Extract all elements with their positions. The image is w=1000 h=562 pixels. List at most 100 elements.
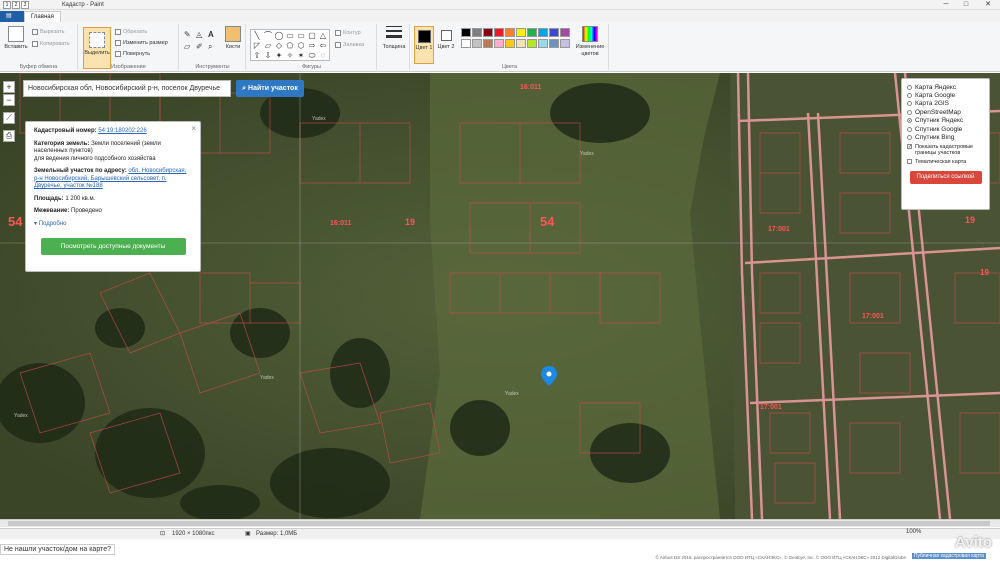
text-tool-icon[interactable]: A: [208, 30, 214, 39]
checkbox-checked-icon[interactable]: ✓: [907, 143, 912, 149]
radio-icon[interactable]: [907, 101, 912, 107]
share-link-button[interactable]: Поделиться ссылкой: [909, 171, 982, 185]
magnifier-icon[interactable]: ⌕: [208, 42, 212, 52]
edit-colors-button[interactable]: Изменение цветов: [573, 26, 607, 58]
cloud-shape[interactable]: ◌: [318, 51, 328, 60]
callout-shape[interactable]: ⬭: [307, 51, 317, 60]
ruler-icon[interactable]: ⟋: [3, 112, 15, 124]
paste-button[interactable]: Вставить: [3, 26, 29, 51]
palette-swatch[interactable]: [527, 28, 537, 37]
maximize-button[interactable]: □: [956, 0, 976, 10]
radio-icon[interactable]: [907, 118, 912, 124]
zoom-in-button[interactable]: +: [3, 81, 15, 93]
palette-swatch[interactable]: [461, 28, 471, 37]
palette-swatch[interactable]: [494, 28, 504, 37]
basemap-option[interactable]: OpenStreetMap: [907, 108, 984, 116]
four-point-star-shape[interactable]: ✦: [274, 51, 284, 60]
address-search-input[interactable]: Новосибирская обл, Новосибирский р-н, по…: [23, 80, 231, 97]
eraser-icon[interactable]: ▱: [184, 42, 190, 51]
copy-button[interactable]: Копировать: [32, 41, 70, 47]
shapes-gallery[interactable]: ╲ ⌒ ◯ ▭ ▭ ▢ △ ◸ ▱ ◇ ⬠ ⬡ ⇨ ⇦ ⇧ ⇩ ✦ ✧ ✶ ⬭ …: [250, 29, 330, 61]
fill-dropdown[interactable]: Заливка: [335, 42, 364, 48]
color2-button[interactable]: Цвет 2: [436, 26, 456, 51]
palette-swatch[interactable]: [472, 28, 482, 37]
radio-icon[interactable]: [907, 135, 912, 141]
palette-swatch[interactable]: [516, 28, 526, 37]
radio-icon[interactable]: [907, 126, 912, 132]
show-borders-option[interactable]: ✓ Показать кадастровые границы участков: [907, 143, 984, 157]
zoom-out-button[interactable]: −: [3, 94, 15, 106]
file-menu-tab[interactable]: ▤: [0, 11, 24, 22]
triangle-shape[interactable]: △: [318, 31, 328, 40]
crop-button[interactable]: Обрезать: [115, 29, 147, 35]
radio-icon[interactable]: [907, 93, 912, 99]
diamond-shape[interactable]: ◇: [274, 41, 284, 50]
checkbox-icon[interactable]: [907, 158, 912, 164]
qa-button-3[interactable]: 3: [21, 0, 29, 9]
up-arrow-shape[interactable]: ⇧: [252, 51, 262, 60]
not-found-link[interactable]: Не нашли участок/дом на карте?: [0, 544, 115, 555]
palette-swatch[interactable]: [472, 39, 482, 48]
palette-swatch[interactable]: [549, 28, 559, 37]
palette-swatch[interactable]: [505, 39, 515, 48]
cut-button[interactable]: Вырезать: [32, 29, 64, 35]
qa-button-1[interactable]: 1: [3, 0, 11, 9]
curve-shape[interactable]: ⌒: [263, 31, 273, 40]
basemap-option[interactable]: Карта 2GIS: [907, 100, 984, 108]
thickness-button[interactable]: Толщина: [381, 26, 407, 51]
left-arrow-shape[interactable]: ⇦: [318, 41, 328, 50]
palette-swatch[interactable]: [560, 28, 570, 37]
brushes-button[interactable]: Кисти: [222, 26, 244, 51]
palette-swatch[interactable]: [560, 39, 570, 48]
palette-swatch[interactable]: [538, 28, 548, 37]
select-button[interactable]: Выделить: [83, 27, 111, 69]
palette-swatch[interactable]: [505, 28, 515, 37]
popup-close-icon[interactable]: ×: [191, 125, 196, 133]
scrollbar-thumb[interactable]: [8, 521, 990, 526]
horizontal-scrollbar[interactable]: [0, 519, 1000, 527]
palette-swatch[interactable]: [494, 39, 504, 48]
print-icon[interactable]: ⎙: [3, 130, 15, 142]
rectangle-shape[interactable]: ▭: [285, 31, 295, 40]
line-shape[interactable]: ╲: [252, 31, 262, 40]
resize-button[interactable]: Изменить размер: [115, 40, 168, 46]
pencil-icon[interactable]: ✎: [184, 30, 191, 39]
minimize-button[interactable]: ─: [936, 0, 956, 10]
qa-button-2[interactable]: 2: [12, 0, 20, 9]
palette-swatch[interactable]: [538, 39, 548, 48]
cadastral-number-link[interactable]: 54:19:180202:226: [98, 128, 146, 134]
right-triangle-shape[interactable]: ◸: [252, 41, 262, 50]
six-point-star-shape[interactable]: ✶: [296, 51, 306, 60]
color1-button[interactable]: Цвет 1: [414, 26, 434, 64]
oval-shape[interactable]: ◯: [274, 31, 284, 40]
basemap-option[interactable]: Карта Google: [907, 91, 984, 99]
fill-bucket-icon[interactable]: ◬: [196, 30, 202, 39]
hexagon-shape[interactable]: ⬡: [296, 41, 306, 50]
find-parcel-button[interactable]: ⌕ Найти участок: [236, 80, 304, 97]
palette-swatch[interactable]: [483, 28, 493, 37]
polygon-shape[interactable]: ▢: [307, 31, 317, 40]
color-picker-icon[interactable]: ✐: [196, 42, 203, 51]
basemap-option[interactable]: Спутник Bing: [907, 133, 984, 141]
basemap-option[interactable]: Спутник Google: [907, 125, 984, 133]
down-arrow-shape[interactable]: ⇩: [263, 51, 273, 60]
basemap-option[interactable]: Спутник Яндекс: [907, 117, 984, 125]
palette-swatch[interactable]: [483, 39, 493, 48]
rotate-button[interactable]: Повернуть: [115, 51, 150, 57]
outline-dropdown[interactable]: Контур: [335, 30, 361, 36]
radio-icon[interactable]: [907, 109, 912, 115]
view-documents-button[interactable]: Посмотреть доступные документы: [40, 238, 186, 255]
right-arrow-shape[interactable]: ⇨: [307, 41, 317, 50]
basemap-option[interactable]: Карта Яндекс: [907, 83, 984, 91]
tab-home[interactable]: Главная: [24, 11, 61, 22]
palette-swatch[interactable]: [461, 39, 471, 48]
palette-swatch[interactable]: [527, 39, 537, 48]
close-button[interactable]: ✕: [976, 0, 1000, 10]
parallelogram-shape[interactable]: ▱: [263, 41, 273, 50]
five-point-star-shape[interactable]: ✧: [285, 51, 295, 60]
details-toggle[interactable]: ▾ Подробно: [34, 221, 192, 229]
thematic-option[interactable]: Тематическая карта: [907, 158, 984, 166]
rounded-rectangle-shape[interactable]: ▭: [296, 31, 306, 40]
palette-swatch[interactable]: [549, 39, 559, 48]
pentagon-shape[interactable]: ⬠: [285, 41, 295, 50]
